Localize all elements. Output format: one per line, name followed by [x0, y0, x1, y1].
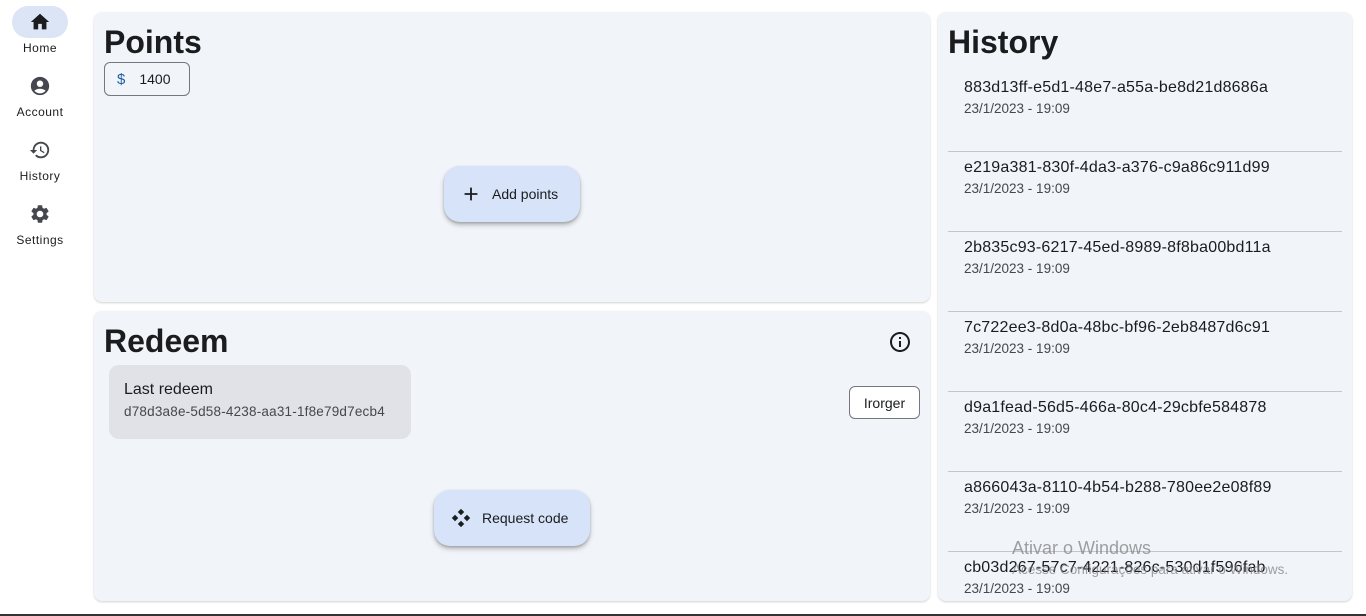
nav-label-history: History: [19, 169, 61, 183]
navigation-rail: Home Account History Settings: [0, 0, 80, 616]
redeem-title: Redeem: [104, 323, 229, 359]
history-list-item[interactable]: d9a1fead-56d5-466a-80c4-29cbfe584878 23/…: [948, 392, 1342, 472]
last-redeem-title: Last redeem: [124, 381, 213, 398]
request-code-button[interactable]: Request code: [434, 490, 590, 546]
last-redeem-card: Last redeem d78d3a8e-5d58-4238-aa31-1f8e…: [109, 365, 411, 439]
nav-label-settings: Settings: [16, 233, 64, 247]
nav-label-account: Account: [16, 105, 64, 119]
account-circle-icon: [30, 76, 50, 96]
history-title: History: [948, 24, 1059, 60]
nav-pill-history: [12, 134, 68, 166]
history-list-item[interactable]: 883d13ff-e5d1-48e7-a55a-be8d21d8686a 23/…: [948, 72, 1342, 152]
nav-pill-settings: [12, 198, 68, 230]
points-title: Points: [104, 24, 202, 60]
history-item-id: 7c722ee3-8d0a-48bc-bf96-2eb8487d6c91: [964, 319, 1271, 336]
info-icon[interactable]: [888, 330, 912, 354]
points-card: Points $ 1400 Add points: [94, 12, 930, 302]
history-item-date: 23/1/2023 - 19:09: [964, 421, 1070, 436]
nav-pill-home: [12, 6, 68, 38]
plus-icon: [464, 187, 478, 201]
history-item-date: 23/1/2023 - 19:09: [964, 181, 1070, 196]
history-list-item[interactable]: a866043a-8110-4b54-b288-780ee2e08f89 23/…: [948, 472, 1342, 552]
history-item-date: 23/1/2023 - 19:09: [964, 261, 1070, 276]
history-list-item[interactable]: e219a381-830f-4da3-a376-c9a86c911d99 23/…: [948, 152, 1342, 232]
history-list[interactable]: 883d13ff-e5d1-48e7-a55a-be8d21d8686a 23/…: [948, 72, 1342, 601]
nav-item-history[interactable]: History: [0, 128, 80, 188]
nav-pill-account: [12, 70, 68, 102]
add-points-label: Add points: [492, 186, 559, 202]
history-card: History 883d13ff-e5d1-48e7-a55a-be8d21d8…: [938, 12, 1352, 601]
home-icon: [30, 13, 50, 30]
request-code-label: Request code: [482, 510, 569, 526]
nav-item-account[interactable]: Account: [0, 64, 80, 124]
history-list-item[interactable]: 7c722ee3-8d0a-48bc-bf96-2eb8487d6c91 23/…: [948, 312, 1342, 392]
history-item-id: cb03d267-57c7-4221-826c-530d1f596fab: [964, 559, 1266, 576]
history-item-date: 23/1/2023 - 19:09: [964, 341, 1070, 356]
points-balance-value: 1400: [139, 71, 171, 87]
history-item-date: 23/1/2023 - 19:09: [964, 101, 1070, 116]
history-icon: [29, 141, 50, 159]
nav-label-home: Home: [22, 41, 57, 55]
history-item-id: a866043a-8110-4b54-b288-780ee2e08f89: [964, 479, 1272, 496]
history-item-date: 23/1/2023 - 19:09: [964, 581, 1070, 596]
move-arrows-icon: [451, 508, 471, 528]
nav-item-settings[interactable]: Settings: [0, 192, 80, 252]
history-item-date: 23/1/2023 - 19:09: [964, 501, 1070, 516]
history-list-item[interactable]: cb03d267-57c7-4221-826c-530d1f596fab 23/…: [948, 552, 1342, 601]
history-list-item[interactable]: 2b835c93-6217-45ed-8989-8f8ba00bd11a 23/…: [948, 232, 1342, 312]
history-item-id: d9a1fead-56d5-466a-80c4-29cbfe584878: [964, 399, 1267, 416]
history-item-id: 883d13ff-e5d1-48e7-a55a-be8d21d8686a: [964, 79, 1269, 96]
irorger-button[interactable]: Irorger: [849, 386, 920, 419]
last-redeem-code: d78d3a8e-5d58-4238-aa31-1f8e79d7ecb4: [124, 404, 385, 419]
dollar-icon: $: [117, 70, 126, 88]
history-item-id: e219a381-830f-4da3-a376-c9a86c911d99: [964, 159, 1270, 176]
add-points-button[interactable]: Add points: [444, 166, 580, 222]
history-item-id: 2b835c93-6217-45ed-8989-8f8ba00bd11a: [964, 239, 1271, 256]
gear-icon: [31, 205, 49, 223]
points-balance-field: $ 1400: [104, 62, 190, 96]
nav-item-home[interactable]: Home: [0, 0, 80, 60]
redeem-card: Redeem Last redeem d78d3a8e-5d58-4238-aa…: [94, 311, 930, 601]
